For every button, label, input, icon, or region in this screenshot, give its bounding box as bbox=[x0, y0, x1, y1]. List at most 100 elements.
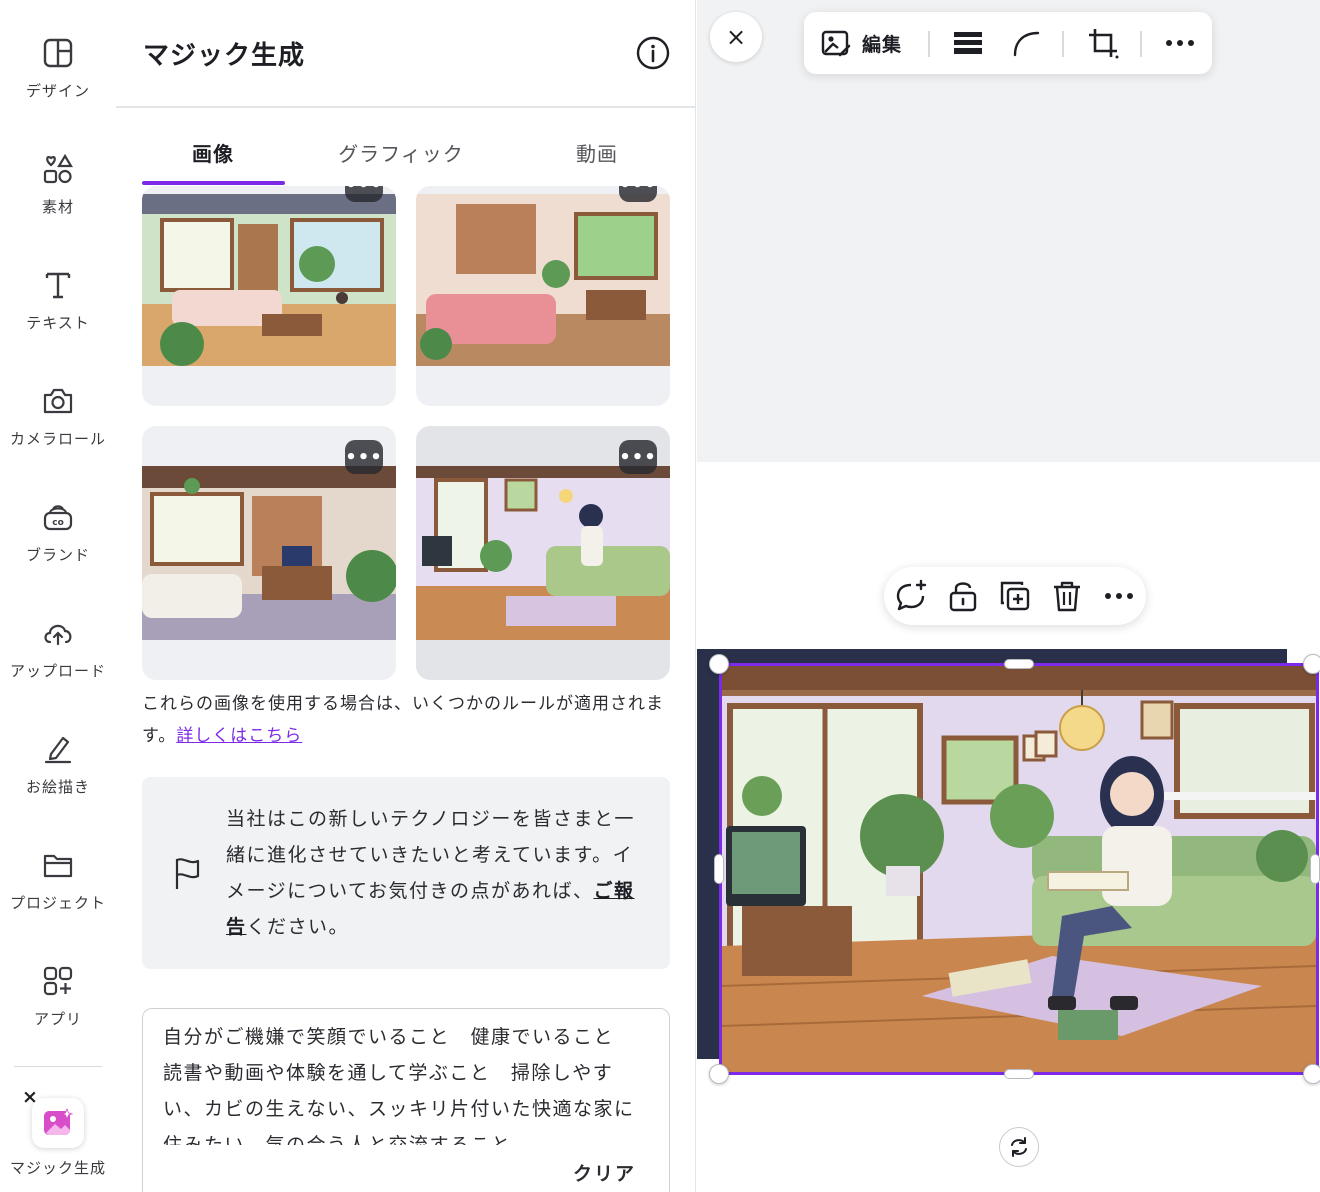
usage-rules-text: これらの画像を使用する場合は、いくつかのルールが適用されます。詳しくはこちら bbox=[142, 688, 678, 752]
resize-handle-top-left[interactable] bbox=[709, 654, 729, 674]
girl-reading-illustration bbox=[416, 466, 670, 640]
rail-label: ブランド bbox=[25, 546, 90, 564]
close-canvas-button[interactable]: × bbox=[710, 12, 762, 62]
close-magic-icon[interactable]: × bbox=[22, 1086, 38, 1108]
resize-handle-bottom-right[interactable] bbox=[1303, 1064, 1320, 1084]
living-room-tv-illustration bbox=[142, 466, 396, 640]
tab-image[interactable]: 画像 bbox=[178, 138, 248, 167]
resize-handle-left[interactable] bbox=[714, 854, 724, 884]
rail-item-camera-roll[interactable]: カメラロール bbox=[0, 364, 116, 464]
resize-handle-bottom[interactable] bbox=[1004, 1069, 1034, 1079]
rail-item-text[interactable]: テキスト bbox=[0, 248, 116, 348]
tab-video[interactable]: 動画 bbox=[562, 138, 632, 167]
text-t-icon bbox=[45, 272, 71, 299]
edit-label: 編集 bbox=[862, 33, 903, 56]
thumbnail-more-button[interactable]: ••• bbox=[619, 186, 657, 202]
draw-pen-icon bbox=[44, 736, 72, 764]
rail-label: 素材 bbox=[41, 198, 74, 216]
thumbnail-more-button[interactable]: ••• bbox=[619, 440, 657, 474]
magic-media-panel: マジック生成 画像 グラフィック 動画 ••• ••• これらの画像を使用する場… bbox=[116, 0, 696, 1192]
duplicate-icon[interactable] bbox=[998, 579, 1032, 613]
resize-handle-top[interactable] bbox=[1004, 659, 1034, 669]
feedback-notice: 当社はこの新しいテクノロジーを皆さまと一緒に進化させていきたいと考えています。イ… bbox=[142, 777, 670, 969]
clear-button[interactable]: クリア bbox=[573, 1159, 636, 1186]
active-tab-indicator bbox=[142, 181, 285, 185]
crop-icon bbox=[1089, 29, 1119, 59]
rail-divider bbox=[14, 1066, 102, 1067]
rail-item-design[interactable]: デザイン bbox=[0, 16, 116, 116]
living-room-illustration bbox=[142, 194, 396, 366]
feedback-notice-text: 当社はこの新しいテクノロジーを皆さまと一緒に進化させていきたいと考えています。イ… bbox=[226, 801, 646, 945]
toolbar-more-button[interactable] bbox=[1164, 26, 1196, 60]
camera-icon bbox=[43, 388, 73, 414]
corner-rounding-button[interactable] bbox=[1010, 26, 1042, 60]
design-canvas: × 編集 bbox=[697, 0, 1320, 1192]
result-thumbnail-4-selected[interactable]: ••• bbox=[416, 426, 670, 680]
svg-text:co: co bbox=[52, 518, 64, 528]
rail-item-projects[interactable]: プロジェクト bbox=[0, 828, 116, 928]
elements-shapes-icon bbox=[43, 153, 73, 184]
delete-icon[interactable] bbox=[1050, 579, 1084, 613]
design-layout-icon bbox=[43, 38, 73, 68]
resize-handle-right[interactable] bbox=[1310, 854, 1320, 884]
flag-icon bbox=[175, 858, 200, 889]
add-comment-icon[interactable] bbox=[894, 579, 928, 613]
result-thumbnail-1[interactable]: ••• bbox=[142, 186, 396, 406]
rail-item-elements[interactable]: 素材 bbox=[0, 132, 116, 232]
rail-item-upload[interactable]: アップロード bbox=[0, 596, 116, 696]
resize-handle-top-right[interactable] bbox=[1303, 654, 1320, 674]
edit-image-button[interactable]: 編集 bbox=[820, 26, 902, 60]
rail-item-magic-media[interactable] bbox=[32, 1098, 84, 1148]
brand-icon: co bbox=[43, 505, 73, 531]
rotate-icon bbox=[1011, 1137, 1027, 1157]
prompt-text[interactable]: 自分がご機嫌で笑顔でいること 健康でいること 読書や動画や体験を通して学ぶこと … bbox=[163, 1019, 653, 1145]
bedroom-illustration bbox=[416, 194, 670, 366]
rail-item-brand[interactable]: co ブランド bbox=[0, 480, 116, 580]
toolbar-separator bbox=[1062, 31, 1064, 57]
rail-label: テキスト bbox=[26, 314, 90, 332]
info-icon[interactable] bbox=[636, 36, 670, 70]
prompt-textarea[interactable]: 自分がご機嫌で笑顔でいること 健康でいること 読書や動画や体験を通して学ぶこと … bbox=[142, 1008, 670, 1192]
rail-label: アプリ bbox=[33, 1010, 82, 1028]
rail-item-apps[interactable]: アプリ bbox=[0, 944, 116, 1044]
rotate-button[interactable] bbox=[999, 1127, 1039, 1167]
selected-image[interactable] bbox=[719, 663, 1319, 1075]
panel-divider bbox=[116, 106, 695, 108]
more-icon bbox=[1166, 40, 1194, 46]
panel-title: マジック生成 bbox=[143, 41, 306, 71]
selected-image-frame[interactable] bbox=[697, 649, 1320, 1084]
rail-label: アップロード bbox=[9, 662, 106, 680]
left-rail: デザイン 素材 テキスト カメラロール co ブランド アップロード お絵描き … bbox=[0, 0, 116, 1192]
notice-text-after: ください。 bbox=[246, 916, 350, 938]
corner-rounding-icon bbox=[1013, 31, 1040, 57]
apps-grid-icon bbox=[43, 966, 73, 996]
element-action-bar bbox=[884, 567, 1146, 625]
lock-icon[interactable] bbox=[946, 579, 980, 613]
image-edit-icon bbox=[821, 30, 851, 57]
thumbnail-more-button[interactable]: ••• bbox=[345, 186, 383, 202]
rail-item-draw[interactable]: お絵描き bbox=[0, 712, 116, 812]
girl-reading-on-sofa-image bbox=[722, 666, 1316, 1072]
border-weight-icon bbox=[954, 32, 982, 54]
thumbnail-more-button[interactable]: ••• bbox=[345, 440, 383, 474]
notice-text-before: 当社はこの新しいテクノロジーを皆さまと一緒に進化させていきたいと考えています。イ… bbox=[226, 808, 635, 902]
rail-label: プロジェクト bbox=[9, 894, 106, 912]
image-toolbar: 編集 bbox=[804, 12, 1212, 74]
rail-label: カメラロール bbox=[9, 430, 106, 448]
result-thumbnail-2[interactable]: ••• bbox=[416, 186, 670, 406]
border-weight-button[interactable] bbox=[952, 26, 984, 60]
result-thumbnail-3[interactable]: ••• bbox=[142, 426, 396, 680]
more-icon[interactable] bbox=[1102, 579, 1136, 613]
tab-graphic[interactable]: グラフィック bbox=[326, 138, 476, 167]
toolbar-separator bbox=[928, 31, 930, 57]
rail-label-magic-media: マジック生成 bbox=[9, 1159, 106, 1177]
crop-button[interactable] bbox=[1086, 26, 1120, 60]
rail-label: お絵描き bbox=[25, 778, 90, 796]
rail-label: デザイン bbox=[25, 82, 90, 100]
close-icon: × bbox=[725, 23, 747, 51]
learn-more-link[interactable]: 詳しくはこちら bbox=[176, 726, 302, 746]
magic-image-icon bbox=[44, 1107, 74, 1135]
cloud-upload-icon bbox=[44, 624, 72, 646]
resize-handle-bottom-left[interactable] bbox=[709, 1064, 729, 1084]
folder-icon bbox=[43, 854, 73, 878]
